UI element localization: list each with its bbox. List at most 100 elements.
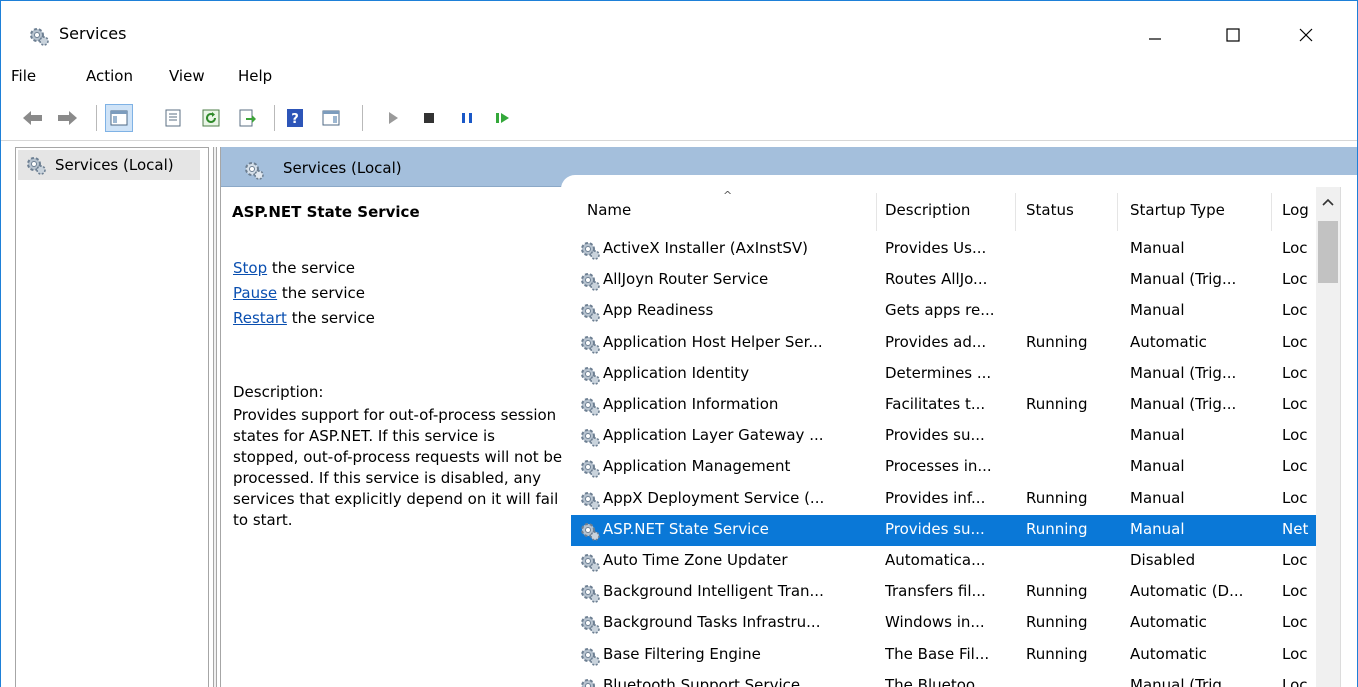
service-name: App Readiness: [603, 301, 714, 320]
column-divider[interactable]: [1271, 193, 1272, 231]
toolbar: ?: [1, 99, 1357, 141]
service-log-on-as: Loc: [1282, 613, 1308, 632]
service-status: Running: [1026, 582, 1088, 601]
tree-item-services-local[interactable]: Services (Local): [18, 150, 200, 180]
menu-action[interactable]: Action: [86, 67, 133, 85]
column-header-description[interactable]: Description: [885, 201, 970, 225]
scroll-up-button[interactable]: [1316, 187, 1340, 217]
service-row[interactable]: Application Identity Determines ... Manual…: [571, 359, 1316, 390]
pane-splitter[interactable]: [213, 147, 217, 687]
title-bar[interactable]: Services: [1, 1, 1357, 65]
service-name: Application Information: [603, 395, 779, 413]
service-row[interactable]: Background Intelligent Tran... Transfers …: [571, 577, 1316, 608]
pause-service-icon[interactable]: [453, 104, 481, 132]
services-gear-icon: [27, 157, 46, 175]
minimize-button[interactable]: [1132, 15, 1178, 55]
scroll-thumb[interactable]: [1318, 221, 1338, 283]
resume-service-icon[interactable]: [489, 104, 517, 132]
column-header-startup-type[interactable]: Startup Type: [1130, 201, 1225, 225]
stop-service-icon[interactable]: [415, 104, 443, 132]
service-gear-icon: [581, 366, 600, 385]
properties-icon[interactable]: [159, 104, 187, 132]
restart-action-text: the service: [286, 309, 375, 327]
service-description-cell: The Bluetoo...: [885, 675, 990, 687]
service-row[interactable]: Application Information Facilitates t... R…: [571, 390, 1316, 421]
column-header-status[interactable]: Status: [1026, 201, 1074, 225]
service-name: Background Intelligent Tran...: [603, 582, 824, 601]
service-log-on-as: Loc: [1282, 239, 1308, 257]
maximize-icon: [1226, 28, 1240, 42]
service-description-cell: Determines ...: [885, 363, 992, 382]
window-title: Services: [59, 24, 127, 43]
chevron-up-icon: [1322, 198, 1334, 206]
service-name: Background Tasks Infrastru...: [603, 613, 821, 632]
service-name: AppX Deployment Service (...: [603, 488, 825, 507]
column-header-log-on-as-label: Log: [1282, 201, 1309, 219]
service-gear-icon: [581, 491, 600, 510]
service-startup-type: Manual: [1130, 488, 1185, 507]
service-description-cell: Windows in...: [885, 613, 985, 632]
service-row[interactable]: Application Host Helper Ser... Provides a…: [571, 328, 1316, 359]
service-row[interactable]: ASP.NET State Service Provides su... Runni…: [571, 514, 1316, 546]
service-description-cell: Provides su...: [885, 426, 985, 445]
content-pane: Services (Local) ASP.NET State Service S…: [220, 147, 1357, 687]
extended-pane: ASP.NET State Service Stop the service P…: [221, 187, 566, 687]
show-hide-console-tree-icon[interactable]: [105, 104, 133, 132]
content-header: Services (Local): [221, 147, 1357, 189]
column-header-name[interactable]: Name: [587, 201, 631, 225]
pane-edge: [1340, 187, 1357, 687]
service-log-on-as: Loc: [1282, 395, 1308, 413]
close-button[interactable]: [1283, 15, 1329, 55]
export-list-icon[interactable]: [233, 104, 261, 132]
service-row[interactable]: AllJoyn Router Service Routes AllJo... Man…: [571, 265, 1316, 296]
service-row[interactable]: ActiveX Installer (AxInstSV) Provides Us.…: [571, 234, 1316, 265]
start-service-icon[interactable]: [379, 104, 407, 132]
refresh-icon[interactable]: [197, 104, 225, 132]
service-log-on-as: Loc: [1282, 675, 1308, 687]
forward-icon[interactable]: [53, 104, 81, 132]
service-row[interactable]: Base Filtering Engine The Base Fil... Runn…: [571, 640, 1316, 671]
service-startup-type: Manual: [1130, 457, 1185, 476]
service-log-on-as: Loc: [1282, 488, 1308, 507]
toolbar-separator: [96, 105, 97, 131]
back-icon[interactable]: [19, 104, 47, 132]
column-header-log-on-as[interactable]: Log: [1282, 201, 1309, 225]
service-gear-icon: [581, 335, 600, 354]
service-gear-icon: [581, 647, 600, 666]
service-gear-icon: [581, 429, 600, 447]
service-description-cell: Gets apps re...: [885, 301, 995, 320]
column-divider[interactable]: [1015, 193, 1016, 231]
service-startup-type: Manual: [1130, 239, 1185, 257]
service-startup-type: Automatic: [1130, 644, 1207, 663]
service-row[interactable]: Application Management Processes in... Man…: [571, 452, 1316, 483]
service-gear-icon: [581, 242, 600, 260]
column-divider[interactable]: [1117, 193, 1118, 231]
vertical-scrollbar[interactable]: [1316, 187, 1340, 687]
toolbar-separator: [362, 105, 363, 131]
service-startup-type: Automatic (D...: [1130, 582, 1244, 601]
menu-view[interactable]: View: [169, 67, 205, 85]
menu-help[interactable]: Help: [238, 67, 272, 85]
stop-link[interactable]: Stop: [233, 259, 267, 277]
service-description-cell: Routes AllJo...: [885, 270, 988, 289]
service-description-cell: Facilitates t...: [885, 395, 986, 413]
service-row[interactable]: Application Layer Gateway ... Provides su…: [571, 421, 1316, 452]
service-row[interactable]: Background Tasks Infrastru... Windows in.…: [571, 608, 1316, 639]
service-row[interactable]: Bluetooth Support Service The Bluetoo... M…: [571, 671, 1316, 687]
service-row[interactable]: AppX Deployment Service (... Provides inf…: [571, 484, 1316, 515]
maximize-button[interactable]: [1210, 15, 1256, 55]
svg-text:?: ?: [291, 112, 299, 127]
service-row[interactable]: Auto Time Zone Updater Automatica... Disab…: [571, 546, 1316, 577]
help-icon[interactable]: ?: [281, 104, 309, 132]
pause-link[interactable]: Pause: [233, 284, 277, 302]
service-description-cell: The Base Fil...: [885, 644, 990, 663]
column-divider[interactable]: [876, 193, 877, 231]
content-header-title: Services (Local): [283, 159, 402, 177]
console-tree: Services (Local): [15, 147, 209, 687]
column-header-description-label: Description: [885, 201, 971, 219]
show-action-pane-icon[interactable]: [317, 104, 345, 132]
service-description-cell: Provides Us...: [885, 239, 987, 257]
menu-file[interactable]: File: [11, 67, 36, 85]
service-row[interactable]: App Readiness Gets apps re... Manual Loc: [571, 296, 1316, 327]
restart-link[interactable]: Restart: [233, 309, 287, 327]
